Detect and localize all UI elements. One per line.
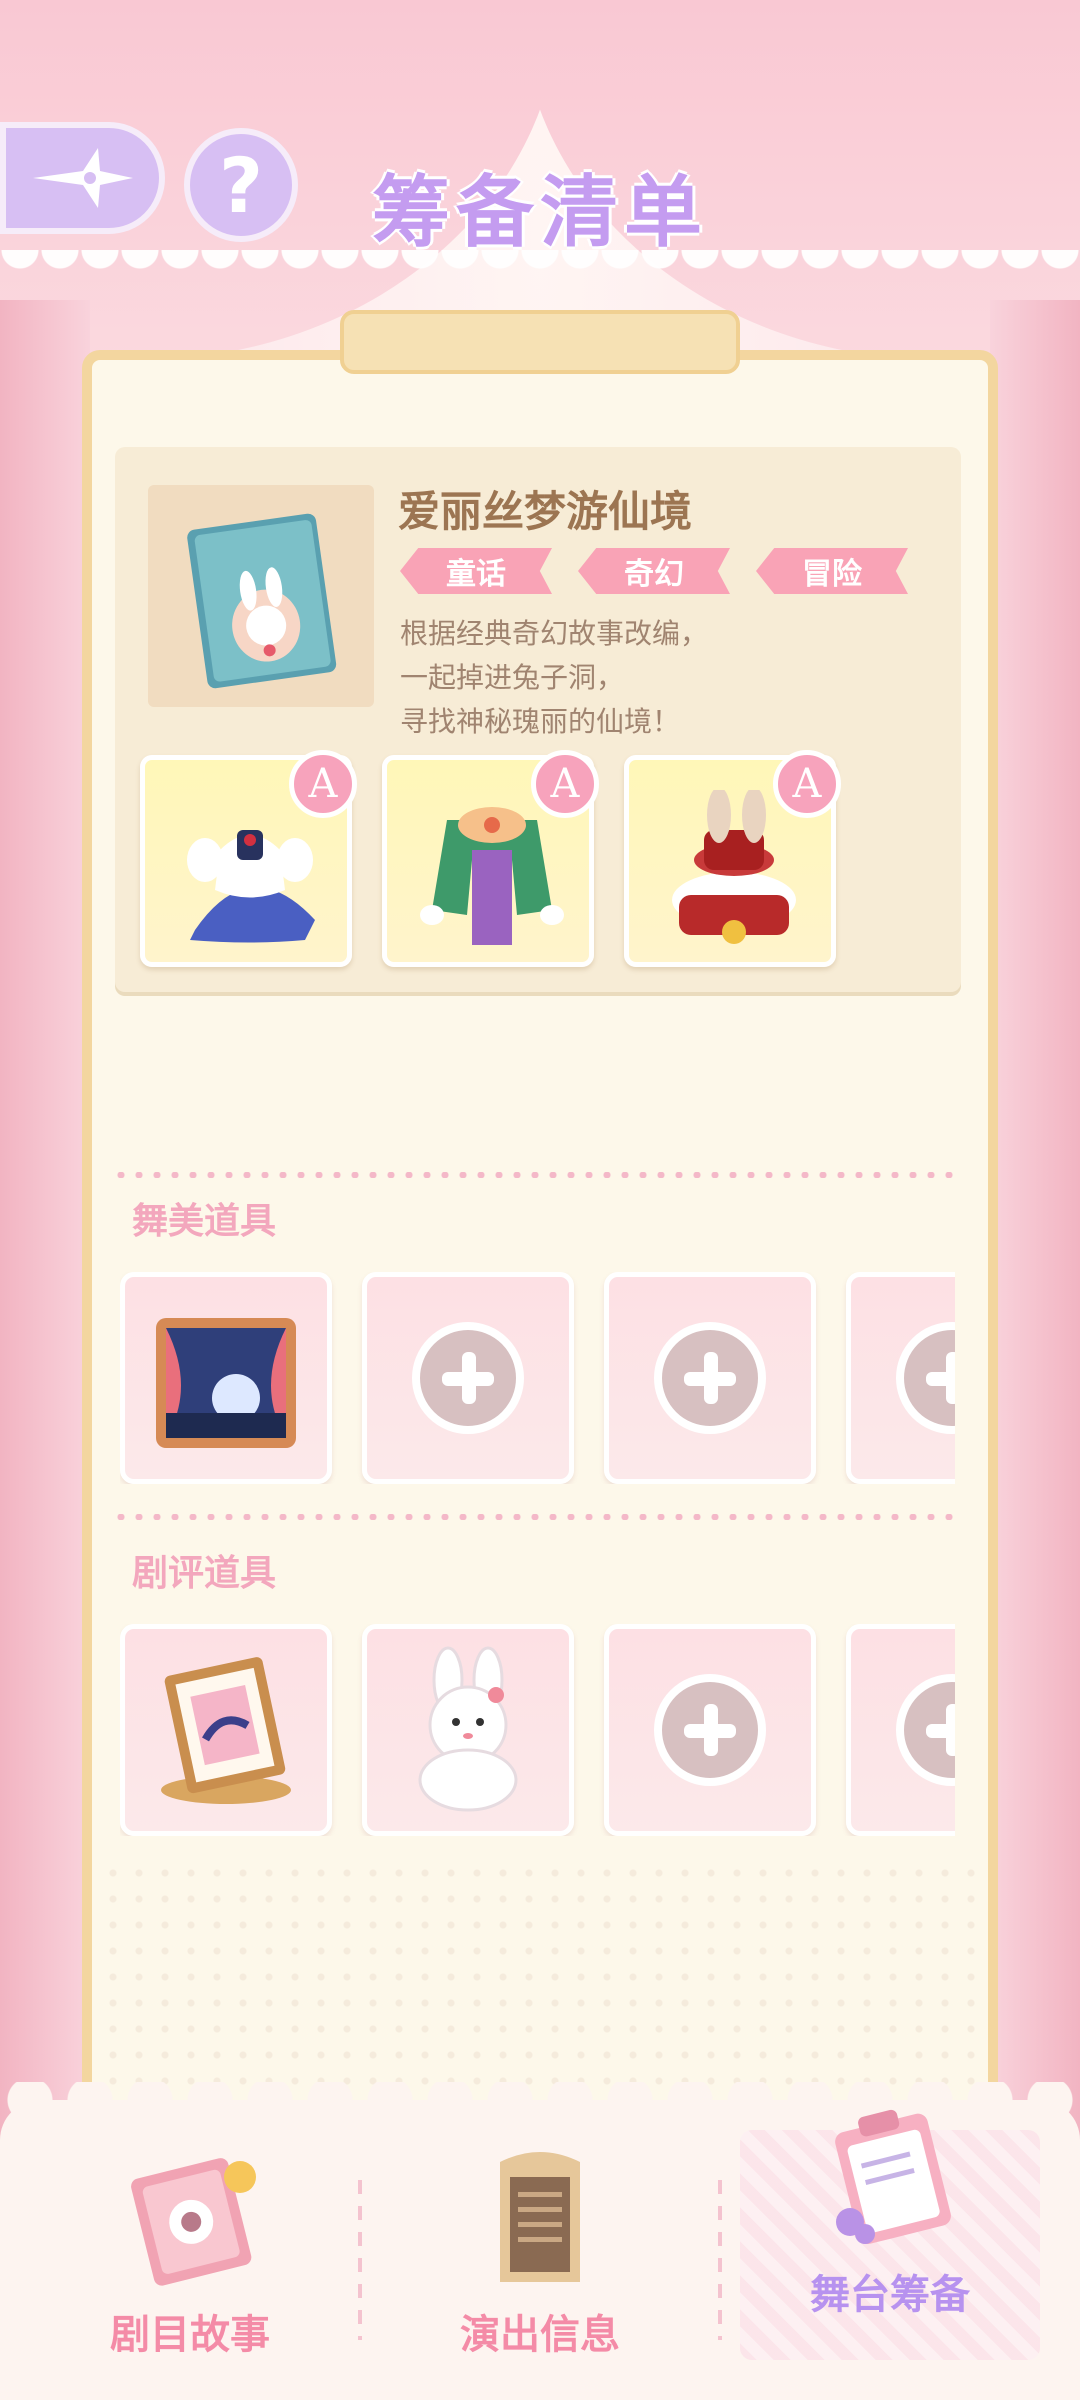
nav-stage-prep[interactable]: 舞台筹备 — [740, 2102, 1040, 2320]
description-line: 根据经典奇幻故事改编， — [400, 617, 709, 650]
page-title: 筹备清单 — [371, 167, 708, 258]
description-line: 一起掉进兔子洞， — [400, 661, 625, 694]
prop-slot-empty[interactable] — [604, 1624, 816, 1836]
grade-badge: A — [773, 750, 841, 818]
clipboard-icon — [835, 2109, 951, 2244]
divider — [112, 1514, 957, 1520]
tag: 童话 — [400, 548, 552, 594]
panel-top-tab — [340, 310, 740, 374]
book-icon — [187, 513, 337, 689]
outfit-card[interactable]: A — [624, 750, 841, 967]
add-icon — [896, 1322, 955, 1434]
storybook-icon — [131, 2158, 256, 2286]
grade-badge: A — [289, 750, 357, 818]
panel-pattern — [100, 1860, 980, 2110]
tag-list: 童话 奇幻 冒险 — [400, 548, 908, 594]
grade-badge: A — [531, 750, 599, 818]
prop-slot[interactable] — [120, 1624, 332, 1836]
bunny-plush-icon — [418, 1646, 518, 1812]
book-title: 爱丽丝梦游仙境 — [398, 487, 693, 536]
nav-separator — [358, 2180, 362, 2340]
playbill-icon — [500, 2152, 580, 2282]
prop-slot-empty[interactable] — [604, 1272, 816, 1484]
review-props-label: 剧评道具 — [132, 1553, 277, 1594]
nav-label: 演出信息 — [460, 2312, 620, 2358]
card-frame-icon — [161, 1657, 291, 1804]
add-icon — [896, 1674, 955, 1786]
prop-slot-empty[interactable] — [362, 1272, 574, 1484]
review-props-slots — [120, 1624, 955, 1836]
stage-props-slots — [120, 1272, 955, 1484]
nav-label: 剧目故事 — [110, 2312, 270, 2358]
curtain-side-left — [0, 300, 90, 2160]
add-icon — [412, 1322, 524, 1434]
book-cover[interactable] — [148, 485, 374, 707]
book-description: 根据经典奇幻故事改编， 一起掉进兔子洞， 寻找神秘瑰丽的仙境！ — [400, 612, 708, 744]
description-line: 寻找神秘瑰丽的仙境！ — [400, 705, 681, 738]
curtain-side-right — [990, 300, 1080, 2160]
nav-story[interactable]: 剧目故事 — [40, 2142, 340, 2360]
nav-label: 舞台筹备 — [810, 2272, 970, 2318]
outfit-card[interactable]: A — [140, 750, 357, 967]
tag: 冒险 — [756, 548, 908, 594]
divider — [112, 1172, 957, 1178]
prop-slot[interactable] — [120, 1272, 332, 1484]
nav-separator — [718, 2180, 722, 2340]
add-icon — [654, 1322, 766, 1434]
tag: 奇幻 — [578, 548, 730, 594]
stage-props-label: 舞美道具 — [132, 1201, 277, 1242]
outfit-list: A A A — [140, 750, 841, 967]
stage-scenery-icon — [156, 1318, 296, 1448]
nav-performance-info[interactable]: 演出信息 — [390, 2142, 690, 2360]
add-icon — [654, 1674, 766, 1786]
prop-slot-empty[interactable] — [846, 1624, 955, 1836]
prop-slot-empty[interactable] — [846, 1272, 955, 1484]
prop-slot[interactable] — [362, 1624, 574, 1836]
outfit-card[interactable]: A — [382, 750, 599, 967]
